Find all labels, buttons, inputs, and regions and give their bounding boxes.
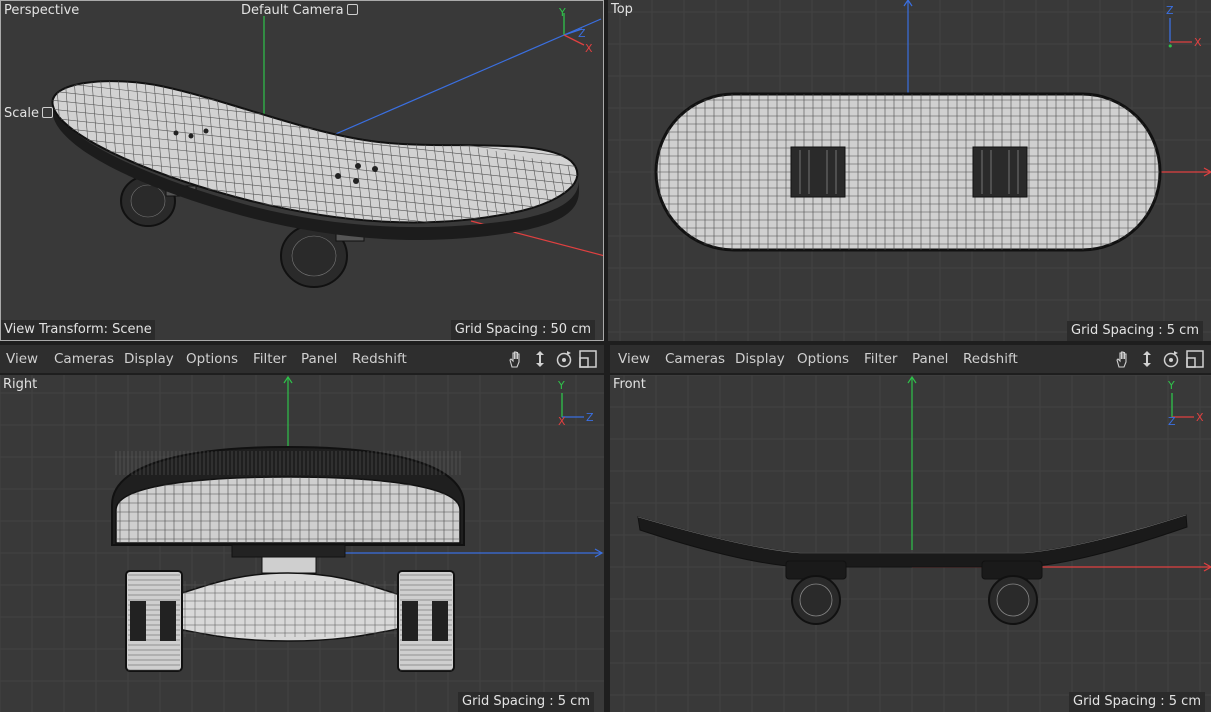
camera-label[interactable]: Default Camera bbox=[241, 3, 358, 18]
maximize-icon[interactable] bbox=[578, 349, 598, 369]
rotate-icon[interactable] bbox=[1161, 349, 1181, 369]
perspective-scene bbox=[1, 1, 603, 340]
viewport-right[interactable]: Right Y Z X Grid Spacing : 5 cm bbox=[0, 375, 604, 712]
svg-text:X: X bbox=[558, 415, 566, 427]
maximize-icon[interactable] bbox=[1185, 349, 1205, 369]
front-scene bbox=[610, 375, 1211, 712]
svg-text:X: X bbox=[1196, 411, 1204, 424]
menu-view[interactable]: View bbox=[618, 345, 650, 373]
grid-spacing-label: Grid Spacing : 5 cm bbox=[458, 692, 594, 712]
menu-panel[interactable]: Panel bbox=[912, 345, 948, 373]
svg-text:Y: Y bbox=[1167, 379, 1175, 392]
camera-label-text: Default Camera bbox=[241, 3, 344, 18]
rotate-icon[interactable] bbox=[554, 349, 574, 369]
view-transform-label: View Transform: Scene bbox=[1, 320, 155, 340]
move-arrows-icon[interactable] bbox=[1137, 349, 1157, 369]
menu-redshift[interactable]: Redshift bbox=[352, 345, 407, 373]
move-arrows-icon[interactable] bbox=[530, 349, 550, 369]
menu-display[interactable]: Display bbox=[124, 345, 174, 373]
viewport-title: Top bbox=[611, 2, 633, 17]
menu-redshift[interactable]: Redshift bbox=[963, 345, 1018, 373]
svg-text:•: • bbox=[1167, 40, 1174, 52]
pan-hand-icon[interactable] bbox=[506, 349, 526, 369]
grid-spacing-label: Grid Spacing : 5 cm bbox=[1069, 692, 1205, 712]
menu-options[interactable]: Options bbox=[186, 345, 238, 373]
svg-text:Y: Y bbox=[558, 6, 566, 19]
grid-spacing-label: Grid Spacing : 50 cm bbox=[450, 320, 595, 340]
viewport-perspective[interactable]: Perspective Default Camera Scale Y Z X V… bbox=[0, 0, 604, 341]
svg-text:Z: Z bbox=[1168, 415, 1176, 427]
menu-options[interactable]: Options bbox=[797, 345, 849, 373]
scale-label-text: Scale bbox=[4, 106, 39, 121]
axis-gizmo: Y Z X bbox=[557, 379, 594, 427]
svg-text:Z: Z bbox=[1166, 4, 1174, 17]
viewport-title: Front bbox=[613, 377, 646, 392]
axis-gizmo: Z X • bbox=[1166, 4, 1202, 52]
grid-spacing-label: Grid Spacing : 5 cm bbox=[1067, 321, 1203, 341]
scale-label[interactable]: Scale bbox=[4, 106, 53, 121]
menu-filter[interactable]: Filter bbox=[253, 345, 286, 373]
svg-text:Z: Z bbox=[578, 27, 586, 40]
menu-filter[interactable]: Filter bbox=[864, 345, 897, 373]
viewport-title: Right bbox=[3, 377, 38, 392]
right-scene bbox=[0, 375, 604, 712]
camera-lock-icon[interactable] bbox=[346, 4, 358, 15]
svg-text:Y: Y bbox=[557, 379, 565, 392]
axis-gizmo: Y X Z bbox=[1167, 379, 1204, 427]
viewport-front[interactable]: Front Y X Z Grid Spacing : 5 cm bbox=[610, 375, 1211, 712]
menu-view[interactable]: View bbox=[6, 345, 38, 373]
viewport-top[interactable]: Top Z X • Grid Spacing : 5 cm bbox=[608, 0, 1211, 341]
menu-panel[interactable]: Panel bbox=[301, 345, 337, 373]
viewport-menubar-front: View Cameras Display Options Filter Pane… bbox=[610, 345, 1211, 373]
top-scene bbox=[608, 0, 1211, 341]
pan-hand-icon[interactable] bbox=[1113, 349, 1133, 369]
viewport-title: Perspective bbox=[4, 3, 80, 18]
menu-cameras[interactable]: Cameras bbox=[665, 345, 725, 373]
axis-gizmo: Y Z X bbox=[558, 6, 593, 55]
svg-text:X: X bbox=[1194, 36, 1202, 49]
viewport-menubar-right: View Cameras Display Options Filter Pane… bbox=[0, 345, 604, 373]
scale-lock-icon[interactable] bbox=[41, 107, 53, 118]
svg-text:Z: Z bbox=[586, 411, 594, 424]
svg-text:X: X bbox=[585, 42, 593, 55]
menu-cameras[interactable]: Cameras bbox=[54, 345, 114, 373]
menu-display[interactable]: Display bbox=[735, 345, 785, 373]
